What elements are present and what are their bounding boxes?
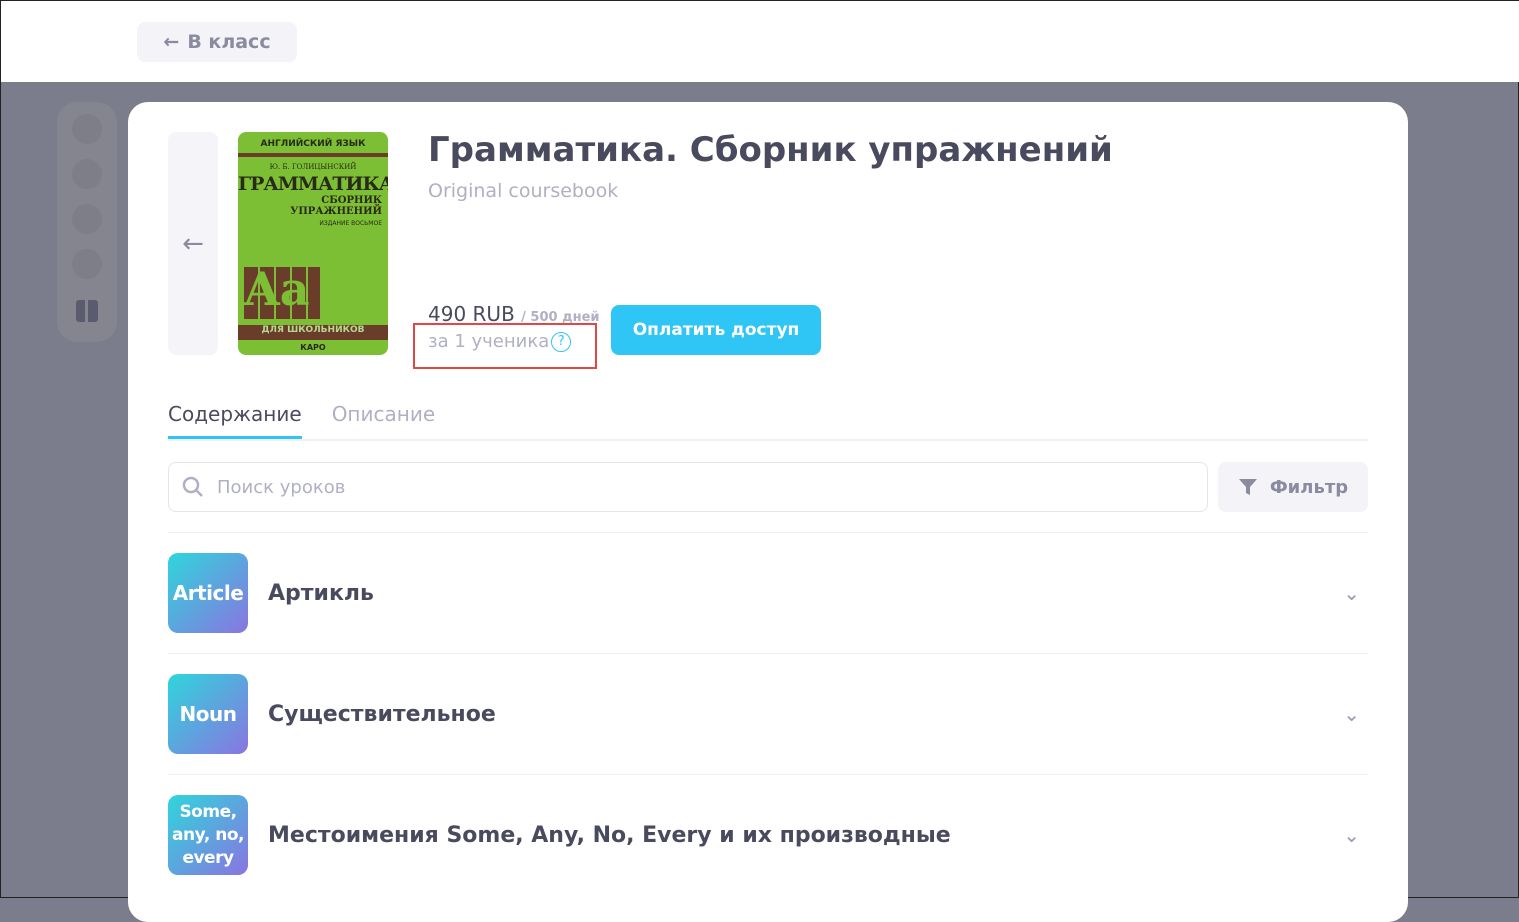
top-bar: ← В класс xyxy=(1,1,1519,82)
back-to-class-button[interactable]: ← В класс xyxy=(137,22,297,62)
cover-author: Ю. Б. ГОЛИЦЫНСКИЙ xyxy=(269,163,357,171)
side-rail xyxy=(57,102,117,342)
tabs: Содержание Описание xyxy=(168,402,1368,441)
filter-button[interactable]: Фильтр xyxy=(1218,462,1368,512)
lesson-badge: Some, any, no, every xyxy=(168,795,248,875)
lesson-title: Местоимения Some, Any, No, Every и их пр… xyxy=(268,822,951,848)
rail-item[interactable] xyxy=(72,249,102,279)
cover-edition: ИЗДАНИЕ ВОСЬМОЕ xyxy=(319,220,382,227)
lesson-badge: Article xyxy=(168,553,248,633)
previous-button[interactable]: ← xyxy=(168,132,218,355)
lesson-title: Существительное xyxy=(268,701,496,727)
lesson-item[interactable]: Some, any, no, every Местоимения Some, A… xyxy=(168,774,1368,895)
search-box xyxy=(168,462,1208,512)
cover-audience: ДЛЯ ШКОЛЬНИКОВ xyxy=(238,325,388,340)
search-icon xyxy=(182,476,203,497)
book-cover: АНГЛИЙСКИЙ ЯЗЫК Ю. Б. ГОЛИЦЫНСКИЙ ГРАММА… xyxy=(238,132,388,355)
lesson-item[interactable]: Article Артикль ⌄ xyxy=(168,532,1368,653)
cover-sub2: УПРАЖНЕНИЙ xyxy=(290,206,382,217)
course-title: Грамматика. Сборник упражнений xyxy=(428,130,1113,170)
course-card: ← АНГЛИЙСКИЙ ЯЗЫК Ю. Б. ГОЛИЦЫНСКИЙ ГРАМ… xyxy=(128,102,1408,922)
rail-item[interactable] xyxy=(72,114,102,144)
rail-item[interactable] xyxy=(72,159,102,189)
cover-letters: Aa xyxy=(244,262,310,316)
filter-icon xyxy=(1238,479,1257,495)
lesson-title: Артикль xyxy=(268,580,374,606)
layout-icon[interactable] xyxy=(76,300,98,322)
arrow-left-icon: ← xyxy=(163,31,180,53)
back-label: В класс xyxy=(187,31,271,53)
chevron-down-icon[interactable]: ⌄ xyxy=(1343,581,1360,605)
rail-item[interactable] xyxy=(72,204,102,234)
pay-access-button[interactable]: Оплатить доступ xyxy=(611,305,821,355)
cover-title: ГРАММАТИКА xyxy=(238,173,388,195)
cover-sub1: СБОРНИК xyxy=(321,195,382,206)
tab-contents[interactable]: Содержание xyxy=(168,402,302,439)
cover-publisher: КАРО xyxy=(300,343,326,352)
highlight-box xyxy=(413,323,597,369)
chevron-down-icon[interactable]: ⌄ xyxy=(1343,823,1360,847)
tab-description[interactable]: Описание xyxy=(332,402,435,439)
cover-lang: АНГЛИЙСКИЙ ЯЗЫК xyxy=(260,139,366,149)
arrow-left-icon: ← xyxy=(182,228,204,259)
lesson-item[interactable]: Noun Существительное ⌄ xyxy=(168,653,1368,774)
search-input[interactable] xyxy=(217,476,1117,498)
chevron-down-icon[interactable]: ⌄ xyxy=(1343,702,1360,726)
course-subtitle: Original coursebook xyxy=(428,180,619,202)
filter-label: Фильтр xyxy=(1269,476,1349,498)
lesson-badge: Noun xyxy=(168,674,248,754)
